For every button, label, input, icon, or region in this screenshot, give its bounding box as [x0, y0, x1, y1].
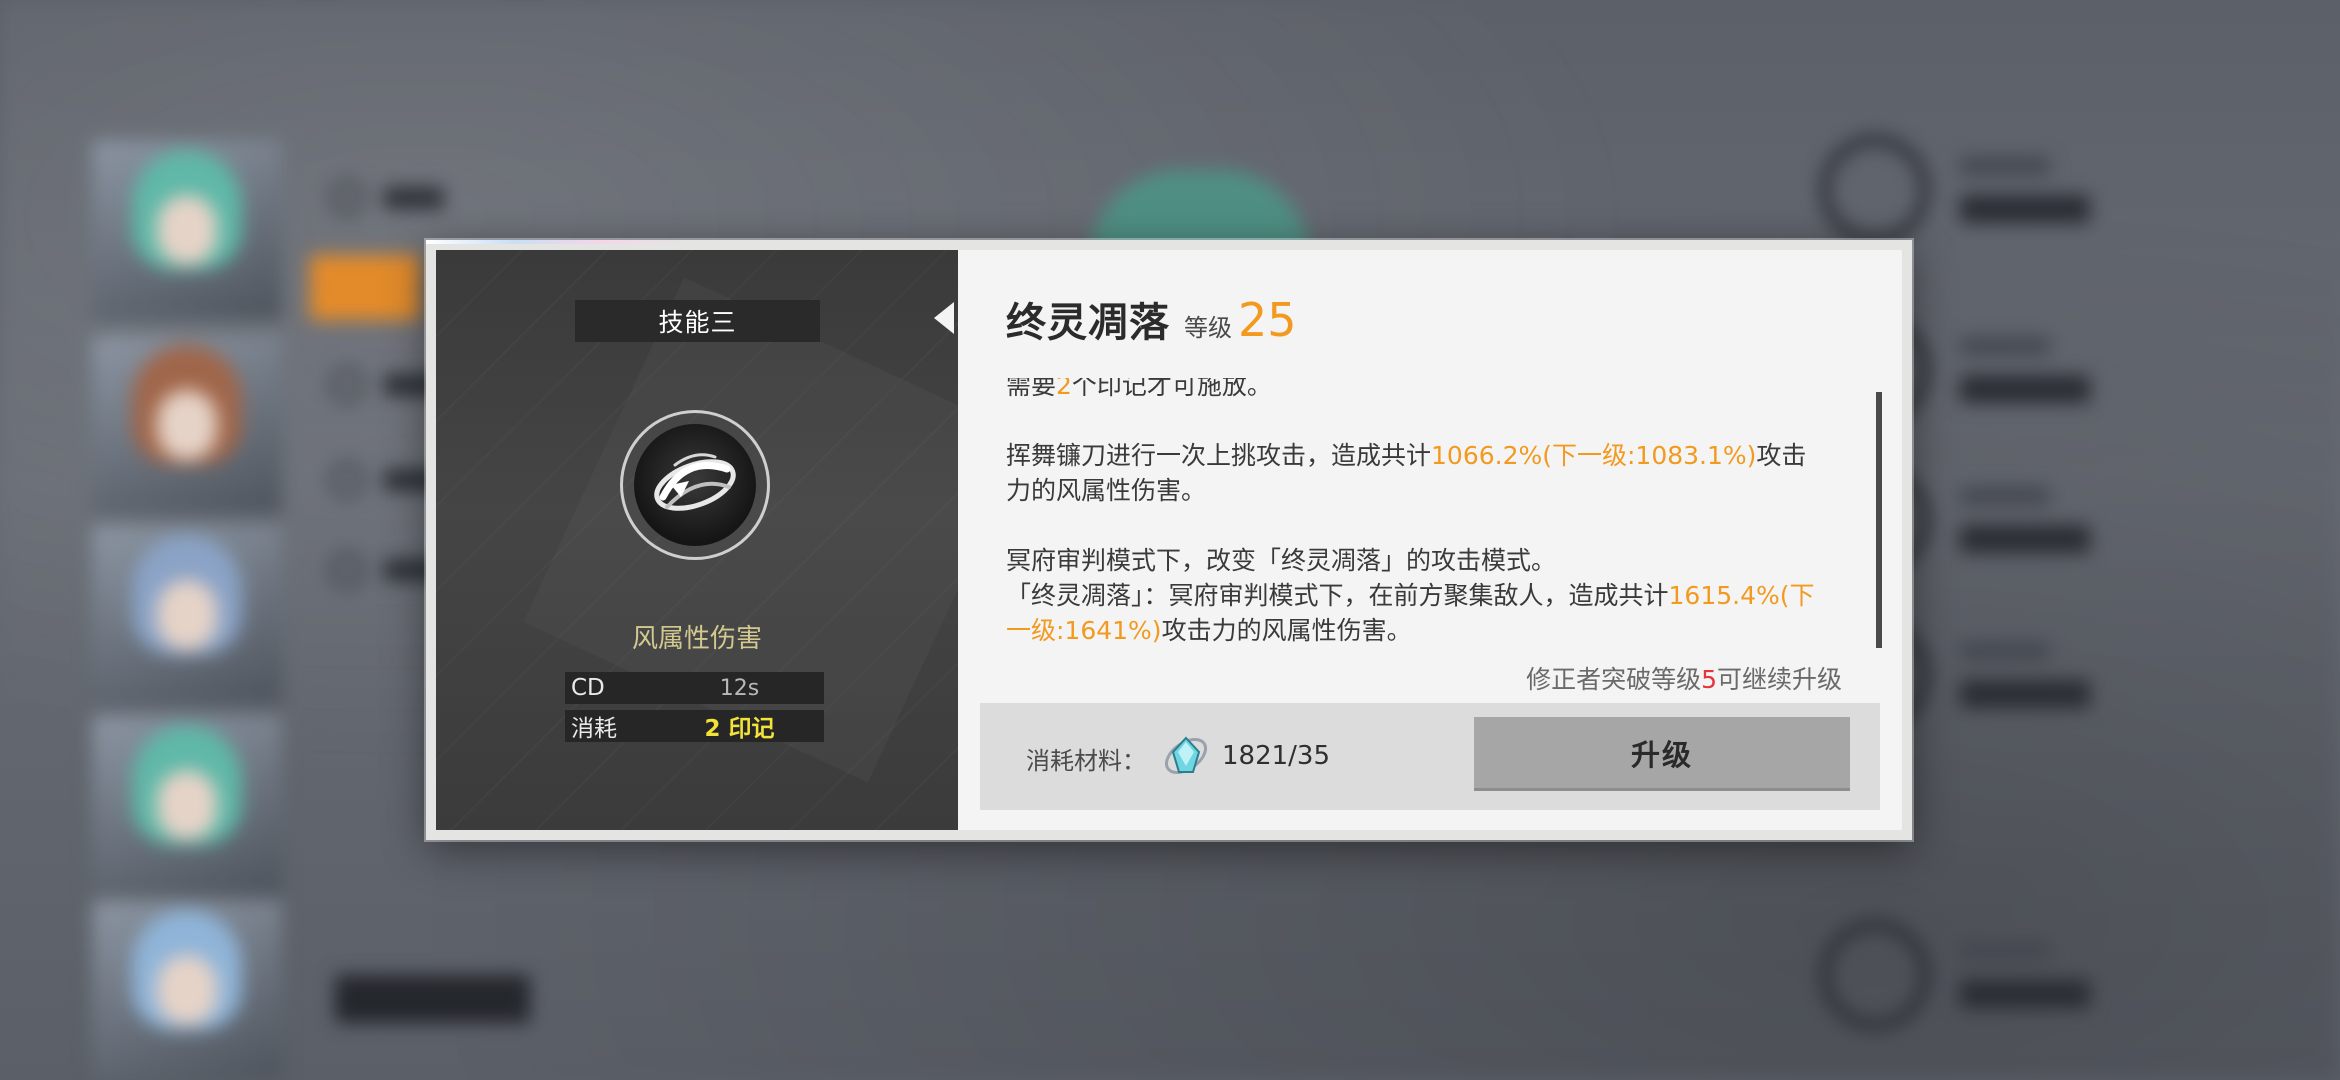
cost-row: 消耗 2 印记 — [565, 710, 824, 742]
skill-description[interactable]: 需要2个印记才可施放。 挥舞镰刀进行一次上挑攻击，造成共计1066.2%(下一级… — [1006, 378, 1826, 644]
skill-detail-dialog: 技能三 风属性伤害 CD 12s 消耗 2 印记 终灵凋落 等级 25 需要2个… — [426, 240, 1912, 840]
description-requirement: 需要2个印记才可施放。 — [1006, 378, 1272, 400]
skill-summary-panel: 技能三 风属性伤害 CD 12s 消耗 2 印记 — [436, 250, 958, 830]
material-label: 消耗材料： — [1026, 747, 1146, 775]
skill-slot-label: 技能三 — [575, 300, 820, 342]
bg-skill-slot — [1820, 135, 2120, 245]
description-paragraph: 挥舞镰刀进行一次上挑攻击，造成共计1066.2%(下一级:1083.1%)攻击力… — [1006, 441, 1807, 505]
panel-pointer — [934, 302, 954, 334]
bg-skill-slot — [1820, 920, 2120, 1030]
crystal-material-icon[interactable] — [1160, 729, 1212, 783]
description-paragraph: 「终灵凋落」：冥府审判模式下，在前方聚集敌人，造成共计1615.4%(下一级:1… — [1006, 581, 1815, 644]
level-label: 等级 — [1184, 314, 1232, 342]
skill-detail-panel: 终灵凋落 等级 25 需要2个印记才可施放。 挥舞镰刀进行一次上挑攻击，造成共计… — [958, 250, 1902, 830]
cost-label: 消耗 — [571, 716, 617, 742]
bg-character-portrait — [92, 335, 282, 515]
bg-character-portrait — [92, 715, 282, 895]
cost-value: 2 印记 — [704, 716, 775, 742]
upgrade-button[interactable]: 升级 — [1474, 717, 1850, 791]
bg-selected-tab — [310, 255, 420, 320]
skill-name: 终灵凋落 — [1006, 300, 1170, 346]
description-scrollbar[interactable] — [1876, 392, 1882, 648]
cooldown-row: CD 12s — [565, 672, 824, 704]
dialog-highlight-edge — [426, 240, 686, 244]
wind-scythe-skill-icon — [634, 424, 756, 546]
skill-icon-frame — [620, 410, 770, 560]
skill-level: 25 — [1238, 293, 1297, 347]
bg-character-portrait — [92, 900, 282, 1080]
material-count: 1821/35 — [1222, 741, 1331, 771]
cooldown-label: CD — [571, 675, 605, 701]
skill-title: 终灵凋落 等级 25 — [1006, 290, 1297, 348]
bg-menu-row — [330, 178, 444, 218]
damage-type-label: 风属性伤害 — [631, 624, 762, 654]
bg-character-portrait — [92, 525, 282, 705]
bg-bottom-bar — [335, 975, 530, 1023]
upgrade-material-bar: 消耗材料： 1821/35 升级 — [980, 703, 1880, 810]
cooldown-value: 12s — [719, 675, 760, 701]
description-paragraph: 冥府审判模式下，改变「终灵凋落」的攻击模式。 — [1006, 546, 1557, 575]
bg-character-portrait — [92, 140, 282, 320]
upgrade-limit-note: 修正者突破等级5可继续升级 — [1526, 665, 1842, 694]
